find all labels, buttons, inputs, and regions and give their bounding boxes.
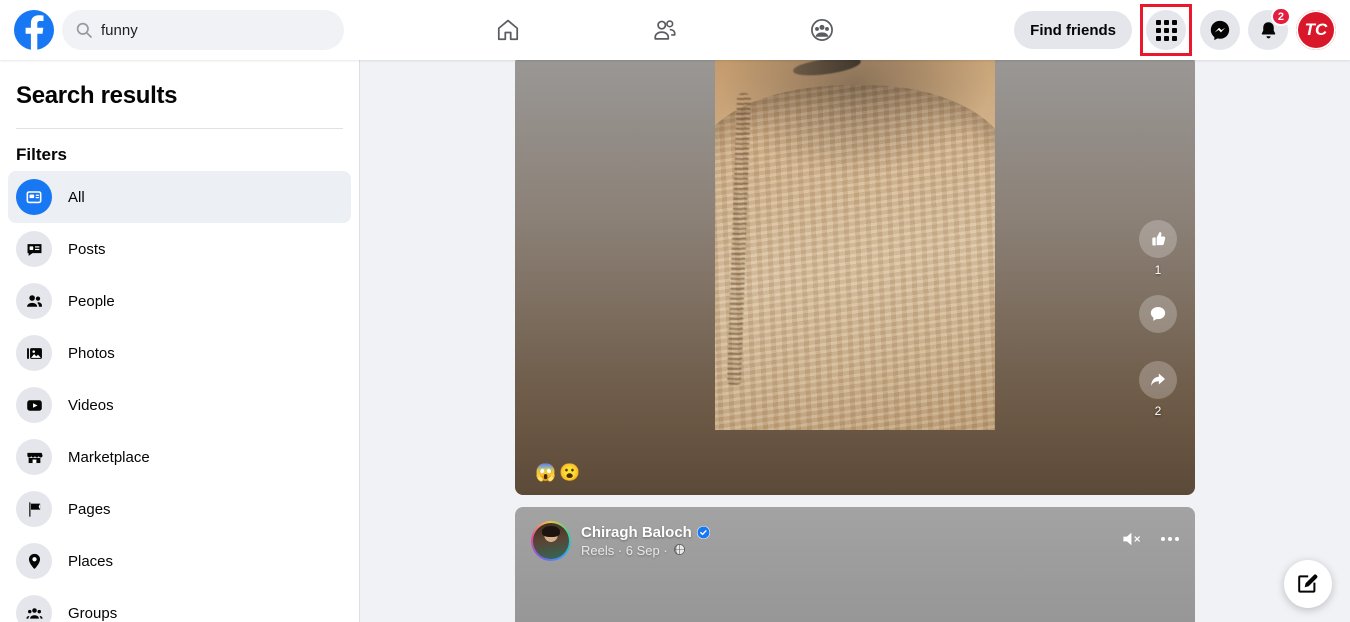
- more-options-button[interactable]: [1161, 537, 1179, 541]
- sidebar-item-label: Videos: [68, 396, 114, 414]
- pages-flag-icon: [16, 491, 52, 527]
- comment-icon: [1150, 307, 1166, 321]
- menu-button-highlight: [1140, 4, 1192, 56]
- post-author-name: Chiragh Baloch: [581, 523, 692, 541]
- sidebar-item-label: People: [68, 292, 115, 310]
- post-header: Chiragh Baloch Reels · 6 Sep ·: [515, 507, 1195, 561]
- post-author-block: Chiragh Baloch Reels · 6 Sep ·: [581, 524, 710, 559]
- nav-friends-button[interactable]: [637, 8, 693, 52]
- mute-button[interactable]: [1121, 529, 1145, 549]
- grid-menu-button[interactable]: [1146, 10, 1186, 50]
- sidebar-item-pages[interactable]: Pages: [8, 483, 351, 535]
- sidebar-item-label: Photos: [68, 344, 115, 362]
- compose-button[interactable]: [1284, 560, 1332, 608]
- find-friends-button[interactable]: Find friends: [1014, 11, 1132, 49]
- notifications-button[interactable]: 2: [1248, 7, 1291, 50]
- top-navigation-bar: funny Find friends 2 TC: [0, 0, 1350, 60]
- search-icon: [76, 22, 92, 38]
- search-input-value: funny: [101, 21, 138, 39]
- comment-button[interactable]: [1139, 295, 1177, 333]
- sidebar-item-label: Posts: [68, 240, 106, 258]
- like-button[interactable]: [1139, 220, 1177, 258]
- post-video-media[interactable]: [715, 60, 995, 430]
- page-title: Search results: [16, 82, 178, 109]
- post-meta: Reels · 6 Sep ·: [581, 543, 710, 559]
- posts-icon: [16, 231, 52, 267]
- sidebar-item-all[interactable]: All: [8, 171, 351, 223]
- notifications-badge: 2: [1270, 7, 1291, 26]
- post-reactions[interactable]: 😱 😮: [535, 464, 580, 481]
- topbar-right-group: Find friends 2 TC: [1014, 0, 1336, 60]
- search-results-feed: 😱 😮 1 2 Chiragh Baloch Reels · 6 Sep ·: [360, 60, 1350, 622]
- groups-icon: [16, 595, 52, 622]
- more-options-icon: [1161, 537, 1179, 541]
- sidebar-item-posts[interactable]: Posts: [8, 223, 351, 275]
- like-count: 1: [1154, 263, 1162, 277]
- facebook-logo-icon[interactable]: [14, 10, 54, 50]
- reaction-emoji: 😱: [535, 463, 557, 482]
- sidebar-item-label: Groups: [68, 604, 118, 622]
- search-input[interactable]: funny: [62, 10, 344, 50]
- messenger-button[interactable]: [1200, 10, 1240, 50]
- sidebar-item-marketplace[interactable]: Marketplace: [8, 431, 351, 483]
- sidebar-item-people[interactable]: People: [8, 275, 351, 327]
- nav-home-button[interactable]: [480, 8, 536, 52]
- share-icon: [1151, 373, 1165, 386]
- sidebar-item-videos[interactable]: Videos: [8, 379, 351, 431]
- sidebar-item-groups[interactable]: Groups: [8, 587, 351, 622]
- topbar-center-nav: [430, 0, 900, 60]
- topbar-left-group: funny: [0, 10, 344, 50]
- messenger-icon: [1210, 20, 1230, 41]
- sidebar-item-label: All: [68, 188, 85, 206]
- filters-heading: Filters: [16, 145, 68, 164]
- groups-icon: [810, 19, 833, 41]
- globe-icon: [673, 543, 686, 559]
- share-count: 2: [1154, 404, 1162, 418]
- places-pin-icon: [16, 543, 52, 579]
- post-card: Chiragh Baloch Reels · 6 Sep ·: [515, 507, 1195, 622]
- post-controls: [1121, 529, 1179, 549]
- home-icon: [498, 19, 519, 41]
- post-card: 😱 😮 1 2: [515, 60, 1195, 495]
- friends-icon: [654, 20, 676, 40]
- compose-icon: [1298, 574, 1318, 593]
- search-filters-sidebar: Search results Filters All Posts People …: [0, 60, 360, 622]
- post-action-rail: 1 2: [1139, 220, 1177, 418]
- sidebar-item-label: Places: [68, 552, 114, 570]
- news-feed-icon: [16, 179, 52, 215]
- thumbs-up-icon: [1152, 232, 1166, 246]
- photos-icon: [16, 335, 52, 371]
- sidebar-item-places[interactable]: Places: [8, 535, 351, 587]
- people-icon: [16, 283, 52, 319]
- videos-icon: [16, 387, 52, 423]
- profile-avatar[interactable]: TC: [1296, 10, 1336, 50]
- facebook-search-results-page: funny Find friends 2 TC Search results F…: [0, 0, 1350, 622]
- nav-groups-button[interactable]: [794, 8, 850, 52]
- sidebar-item-photos[interactable]: Photos: [8, 327, 351, 379]
- reaction-emoji: 😮: [559, 463, 581, 482]
- sidebar-item-label: Marketplace: [68, 448, 150, 466]
- grid-menu-icon: [1155, 19, 1177, 41]
- speaker-muted-icon: [1123, 532, 1140, 546]
- video-dune-shape: [715, 85, 995, 430]
- share-button[interactable]: [1139, 361, 1177, 399]
- avatar-image: [533, 523, 569, 559]
- sidebar-item-label: Pages: [68, 500, 111, 518]
- post-author-name-row[interactable]: Chiragh Baloch: [581, 524, 710, 541]
- verified-badge-icon: [696, 525, 710, 539]
- marketplace-icon: [16, 439, 52, 475]
- avatar[interactable]: [531, 521, 571, 561]
- video-blade-shape: [792, 60, 863, 78]
- post-meta-text: Reels · 6 Sep ·: [581, 543, 668, 558]
